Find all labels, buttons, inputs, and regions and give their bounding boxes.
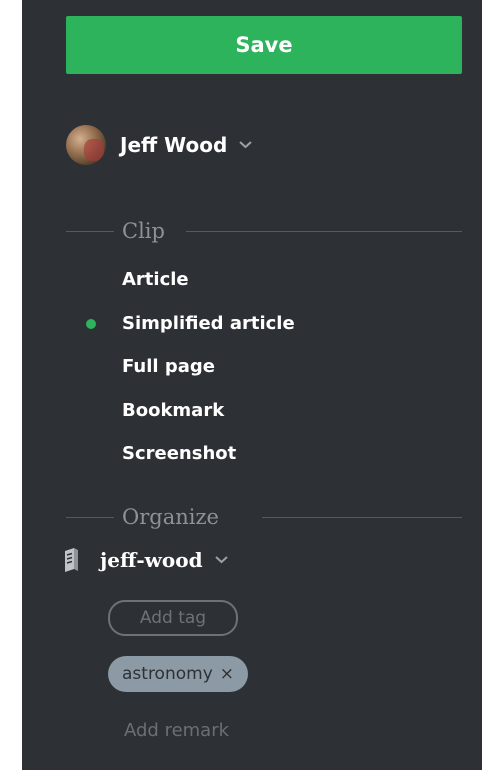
divider [66,231,114,232]
add-remark-input[interactable]: Add remark [124,720,229,741]
clip-option-label: Simplified article [122,312,295,334]
clip-options: Article Simplified article Full page Boo… [86,266,295,484]
clip-option-article[interactable]: Article [122,266,295,310]
divider [186,231,462,232]
clip-option-bookmark[interactable]: Bookmark [122,397,295,441]
tag-label: astronomy [122,664,213,684]
tag-chip[interactable]: astronomy × [108,656,249,692]
clip-option-full-page[interactable]: Full page [122,353,295,397]
chevron-down-icon [239,141,253,149]
avatar [66,125,106,165]
organize-section-header: Organize [66,502,462,532]
clipper-panel: Save Jeff Wood Clip Article Simplified a… [22,0,482,770]
selected-dot-icon [86,318,96,329]
organize-section-title: Organize [122,505,219,529]
divider [262,517,462,518]
clip-option-label: Article [122,269,189,290]
divider [66,517,114,518]
notebook-selector[interactable]: jeff-wood [62,543,228,577]
save-button[interactable]: Save [66,16,462,74]
notebook-name: jeff-wood [100,548,203,572]
account-switcher[interactable]: Jeff Wood [66,124,253,166]
clip-option-simplified-article[interactable]: Simplified article [86,310,295,354]
clip-option-label: Bookmark [122,399,225,421]
clip-option-screenshot[interactable]: Screenshot [122,440,295,484]
remove-tag-icon[interactable]: × [220,656,234,692]
notebook-icon [65,548,78,572]
clip-section-title: Clip [122,219,165,243]
chevron-down-icon [214,556,228,564]
clip-option-label: Full page [122,356,215,377]
clip-option-label: Screenshot [122,443,237,464]
clip-section-header: Clip [66,216,462,246]
add-tag-input[interactable]: Add tag [108,600,238,636]
account-name: Jeff Wood [120,133,228,157]
